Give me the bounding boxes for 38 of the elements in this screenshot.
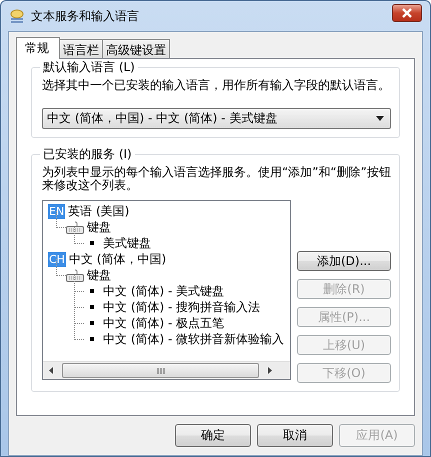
tree-item[interactable]: 中文 (简体) - 极点五笔 xyxy=(103,314,224,332)
tab[interactable]: 常规 xyxy=(16,37,60,59)
dropdown-arrow-icon xyxy=(376,116,384,121)
close-button[interactable] xyxy=(392,4,422,22)
tree-item[interactable]: 中文 (简体) - 微软拼音新体验输入 xyxy=(103,330,284,348)
tree-item[interactable]: 英语 (美国) xyxy=(68,202,130,220)
keyboard-icon xyxy=(66,220,84,234)
language-badge: EN xyxy=(48,204,66,218)
group-title: 已安装的服务 (I) xyxy=(40,147,135,162)
action-button[interactable]: 添加(D)... xyxy=(297,251,391,271)
bullet-icon xyxy=(90,289,94,293)
language-badge: CH xyxy=(48,252,66,266)
description-text: 为列表中显示的每个输入语言选择服务。使用“添加”和“删除”按钮来修改这个列表。 xyxy=(42,166,391,192)
horizontal-scrollbar[interactable] xyxy=(43,361,290,379)
tree-item[interactable]: 中文 (简体，中国) xyxy=(68,250,166,268)
dialog-button[interactable]: 确定 xyxy=(175,424,251,447)
tree-item[interactable]: 美式键盘 xyxy=(103,234,151,252)
services-tree[interactable]: EN 英语 (美国) 键盘 美式键盘 CH 中文 (简体，中国) 键盘 中文 (简体) - 美式键盘 中文 (简体) - 搜狗拼音输入法 中文 (简体) - 极点五笔 中文 (简体) - 微软拼音新体验输入 xyxy=(42,200,291,380)
bullet-icon xyxy=(90,337,94,341)
window-title: 文本服务和输入语言 xyxy=(31,8,140,24)
close-icon xyxy=(401,8,413,18)
language-dropdown[interactable]: 中文 (简体，中国) - 中文 (简体) - 美式键盘 xyxy=(42,108,391,129)
bullet-icon xyxy=(90,321,94,325)
tree-item[interactable]: 中文 (简体) - 搜狗拼音输入法 xyxy=(103,298,260,316)
app-icon xyxy=(9,8,25,24)
tab[interactable]: 语言栏 xyxy=(59,39,103,58)
grip-icon xyxy=(156,368,164,374)
keyboard-icon xyxy=(66,268,84,282)
bullet-icon xyxy=(90,305,94,309)
dialog-button[interactable]: 取消 xyxy=(257,424,333,447)
tree-item[interactable]: 键盘 xyxy=(87,266,111,284)
tree-item[interactable]: 中文 (简体) - 美式键盘 xyxy=(103,282,224,300)
tree-item[interactable]: 键盘 xyxy=(87,218,111,236)
scrollbar-thumb[interactable] xyxy=(62,363,259,378)
tab[interactable]: 高级键设置 xyxy=(102,39,170,58)
group-title: 默认输入语言 (L) xyxy=(40,60,138,75)
description-text: 选择其中一个已安装的输入语言，用作所有输入字段的默认语言。 xyxy=(42,79,391,92)
bullet-icon xyxy=(90,241,94,245)
